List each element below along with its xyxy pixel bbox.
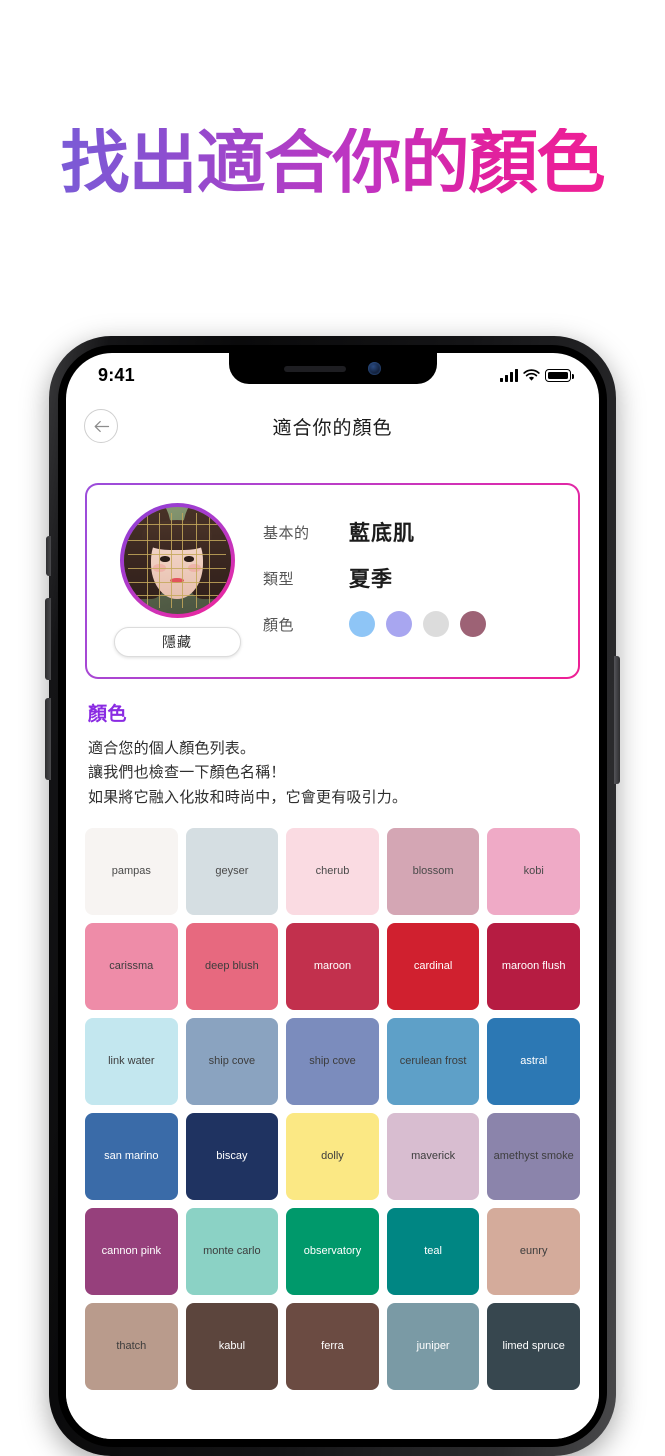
profile-row-base: 基本的 藍底肌	[263, 509, 562, 555]
section-title: 顏色	[88, 704, 128, 725]
mute-switch[interactable]	[46, 536, 51, 576]
volume-up-button[interactable]	[45, 598, 51, 680]
back-button[interactable]	[84, 409, 118, 443]
color-swatch[interactable]: san marino	[85, 1113, 178, 1201]
scroll-content[interactable]: 隱藏 基本的 藍底肌 類型 夏季 顏色 顏色 適合您的個人顏色列表。 讓我們也檢…	[66, 459, 599, 1439]
notch	[228, 353, 437, 384]
page-title: 適合你的顏色	[272, 417, 393, 439]
color-swatch[interactable]: biscay	[185, 1113, 279, 1201]
profile-row-type: 類型 夏季	[263, 555, 562, 601]
color-swatch[interactable]: cherub	[286, 827, 379, 915]
face-mesh-overlay	[124, 507, 231, 614]
status-clock: 9:41	[98, 364, 135, 385]
color-swatch[interactable]: ship cove	[185, 1017, 279, 1106]
color-swatch[interactable]: astral	[487, 1017, 580, 1106]
volume-down-button[interactable]	[45, 698, 51, 780]
color-swatch[interactable]: amethyst smoke	[487, 1113, 580, 1201]
color-swatch[interactable]: geyser	[185, 827, 279, 915]
color-swatch[interactable]: maroon flush	[487, 922, 580, 1010]
colors-section: 顏色 適合您的個人顏色列表。 讓我們也檢查一下顏色名稱！ 如果將它融入化妝和時尚…	[66, 679, 599, 810]
color-swatch[interactable]: kabul	[185, 1303, 279, 1391]
profile-color-dots	[349, 611, 486, 637]
hide-button[interactable]: 隱藏	[113, 627, 241, 657]
profile-label-colors: 顏色	[263, 616, 295, 634]
color-swatch[interactable]: cannon pink	[85, 1208, 178, 1296]
arrow-left-icon	[94, 420, 109, 432]
profile-label-type: 類型	[263, 570, 295, 588]
avatar-ring	[119, 503, 235, 618]
wifi-icon	[523, 369, 540, 382]
color-swatch[interactable]: pampas	[85, 827, 178, 915]
color-swatch[interactable]: blossom	[386, 827, 480, 915]
profile-label-base: 基本的	[263, 524, 310, 542]
color-swatch[interactable]: maroon	[286, 922, 379, 1010]
headline-banner: 找出適合你的顏色	[0, 0, 665, 330]
battery-icon	[545, 369, 574, 382]
color-swatch[interactable]: deep blush	[185, 922, 279, 1010]
color-swatch[interactable]: eunry	[487, 1208, 580, 1296]
profile-info: 基本的 藍底肌 類型 夏季 顏色	[251, 503, 562, 647]
color-swatch[interactable]: observatory	[286, 1208, 379, 1296]
profile-row-colors: 顏色	[263, 601, 562, 647]
desc-line-2: 讓我們也檢查一下顏色名稱！	[88, 764, 286, 782]
phone-screen: 9:41 適合你的顏色 隱藏 基本的 藍底肌 類型 夏季 顏色 顏色 適合您的個…	[66, 353, 599, 1439]
power-button[interactable]	[614, 656, 620, 784]
app-header: 適合你的顏色	[66, 393, 599, 459]
color-swatch[interactable]: maverick	[386, 1113, 480, 1201]
color-swatch[interactable]: thatch	[85, 1303, 178, 1391]
color-swatch[interactable]: teal	[386, 1208, 480, 1296]
color-swatch[interactable]: link water	[85, 1017, 178, 1106]
desc-line-1: 適合您的個人顏色列表。	[88, 740, 256, 757]
profile-color-dot-2[interactable]	[386, 611, 412, 637]
color-swatch[interactable]: kobi	[487, 827, 580, 915]
front-camera-icon	[368, 362, 381, 375]
profile-value-type: 夏季	[349, 568, 393, 591]
profile-card: 隱藏 基本的 藍底肌 類型 夏季 顏色	[85, 483, 580, 679]
color-swatch[interactable]: ship cove	[286, 1017, 379, 1106]
color-swatch[interactable]: ferra	[286, 1303, 379, 1391]
phone-mockup: 9:41 適合你的顏色 隱藏 基本的 藍底肌 類型 夏季 顏色 顏色 適合您的個…	[45, 336, 620, 1456]
color-swatch[interactable]: dolly	[286, 1113, 379, 1201]
color-swatch[interactable]: cardinal	[386, 922, 480, 1010]
profile-color-dot-4[interactable]	[460, 611, 486, 637]
color-swatch-grid: pampas geyser cherub blossom kobi carissma dee…	[85, 827, 580, 1391]
color-swatch[interactable]: monte carlo	[185, 1208, 279, 1296]
section-description: 適合您的個人顏色列表。 讓我們也檢查一下顏色名稱！ 如果將它融入化妝和時尚中，它…	[88, 737, 577, 810]
color-swatch[interactable]: carissma	[85, 922, 178, 1010]
cellular-signal-icon	[499, 369, 518, 382]
color-swatch[interactable]: juniper	[386, 1303, 480, 1391]
earpiece-speaker	[284, 365, 346, 372]
profile-color-dot-3[interactable]	[423, 611, 449, 637]
profile-value-base: 藍底肌	[349, 522, 415, 545]
color-swatch[interactable]: limed spruce	[487, 1303, 580, 1391]
avatar	[123, 507, 231, 614]
desc-line-3: 如果將它融入化妝和時尚中，它會更有吸引力。	[88, 788, 408, 806]
headline-text: 找出適合你的顏色	[60, 123, 606, 201]
profile-color-dot-1[interactable]	[349, 611, 375, 637]
color-swatch[interactable]: cerulean frost	[386, 1017, 480, 1106]
